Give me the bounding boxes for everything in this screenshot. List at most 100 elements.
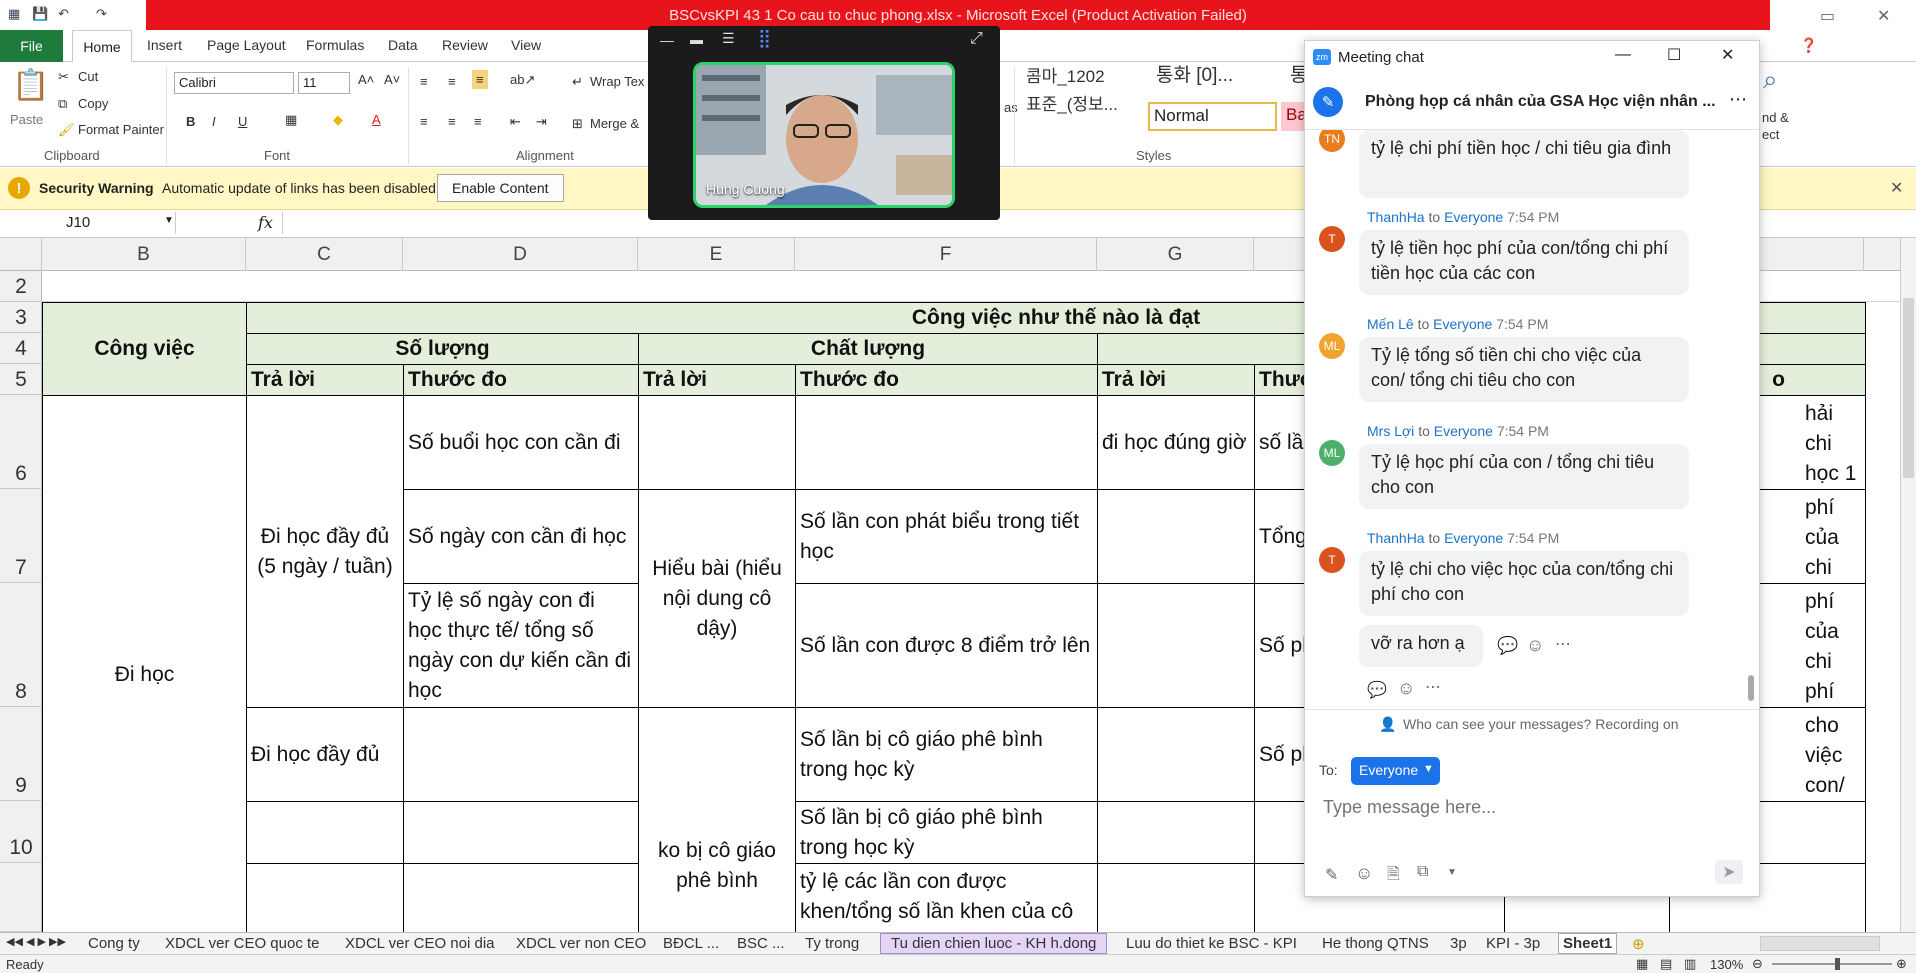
select-label[interactable]: ect [1762, 127, 1779, 142]
chat-message[interactable]: tỷ lệ chi phí tiền học / chi tiêu gia đì… [1359, 130, 1689, 198]
row-header-4[interactable]: 4 [0, 333, 42, 364]
chat-minimize-icon[interactable]: — [1615, 46, 1631, 64]
header-task[interactable]: Công việc [42, 302, 247, 396]
sheet-tab-8[interactable]: Tu dien chien luoc - KH h.dong [880, 933, 1108, 954]
cell-d11[interactable] [403, 863, 639, 932]
fx-label[interactable]: fx [258, 213, 273, 232]
sheet-tab-1[interactable]: Cong ty [88, 935, 140, 952]
row-header-11[interactable] [0, 863, 42, 932]
format-painter-button[interactable]: Format Painter [78, 122, 164, 137]
copy-button[interactable]: Copy [78, 96, 108, 111]
column-header-e[interactable]: E [638, 238, 795, 271]
name-box-dropdown-icon[interactable]: ▼ [164, 215, 174, 226]
copy-icon[interactable]: ⧉ [58, 96, 67, 112]
sender-name[interactable]: Mrs Lợi [1367, 423, 1414, 439]
align-middle-icon[interactable]: ≡ [448, 74, 456, 89]
tab-data[interactable]: Data [388, 37, 418, 53]
reply-icon[interactable]: 💬 [1367, 680, 1387, 700]
view-stack-icon[interactable]: ☰ [722, 30, 735, 47]
decrease-indent-icon[interactable]: ⇤ [510, 114, 521, 130]
align-right-icon[interactable]: ≡ [474, 114, 482, 129]
cut-button[interactable]: Cut [78, 69, 98, 84]
header-answer-quantity[interactable]: Trả lời [246, 364, 404, 396]
vertical-scrollbar[interactable] [1900, 238, 1916, 932]
sheet-tab-7[interactable]: Ty trong [805, 935, 859, 952]
save-icon[interactable]: 💾 [32, 6, 48, 22]
page-break-icon[interactable]: ▥ [1684, 956, 1696, 972]
cell-g9[interactable] [1097, 707, 1255, 802]
sheet-tab-4[interactable]: XDCL ver non CEO [516, 935, 646, 952]
row-header-3[interactable]: 3 [0, 302, 42, 333]
chat-message[interactable]: tỷ lệ tiền học phí của con/tổng chi phí … [1359, 230, 1689, 295]
cell-g10[interactable] [1097, 801, 1255, 864]
header-quantity[interactable]: Số lượng [246, 333, 639, 365]
row-header-10[interactable]: 10 [0, 801, 42, 863]
cell-b6-school[interactable]: Đi học [42, 395, 247, 932]
chat-more-icon[interactable]: ⋯ [1729, 89, 1747, 110]
cell-f7[interactable]: Số lần con phát biểu trong tiết học [795, 489, 1098, 584]
close-icon[interactable]: ✕ [1877, 6, 1890, 26]
tab-home[interactable]: Home [72, 30, 132, 63]
sheet-tab-11[interactable]: 3p [1450, 935, 1467, 952]
tab-insert[interactable]: Insert [147, 37, 182, 53]
cell-d9[interactable] [403, 707, 639, 802]
wrap-text-button[interactable]: Wrap Tex [590, 74, 644, 89]
minimize-icon[interactable]: ▭ [1820, 6, 1835, 26]
sheet-tab-6[interactable]: BSC ... [737, 935, 785, 952]
view-single-icon[interactable]: ▬ [690, 32, 703, 47]
view-gallery-icon[interactable]: ⣿ [758, 28, 771, 49]
header-measure-quantity[interactable]: Thước đo [403, 364, 639, 396]
align-center-icon[interactable]: ≡ [448, 114, 456, 129]
column-header-g[interactable]: G [1097, 238, 1254, 271]
row-header-5[interactable]: 5 [0, 364, 42, 395]
align-left-icon[interactable]: ≡ [420, 114, 428, 129]
select-all-corner[interactable] [0, 238, 42, 271]
sender-name[interactable]: Mến Lê [1367, 316, 1414, 332]
expand-video-icon[interactable]: ⤢ [970, 30, 983, 48]
zoom-slider-thumb[interactable] [1835, 958, 1840, 970]
scroll-thumb[interactable] [1903, 298, 1914, 478]
column-header-f[interactable]: F [795, 238, 1097, 271]
send-icon[interactable]: ➤ [1715, 860, 1743, 884]
cell-f9[interactable]: Số lần bị cô giáo phê bình trong học kỳ [795, 707, 1098, 802]
header-measure-quality[interactable]: Thước đo [795, 364, 1098, 396]
sheet-tab-2[interactable]: XDCL ver CEO quoc te [165, 935, 320, 952]
chat-message[interactable]: vỡ ra hơn ạ [1359, 625, 1483, 667]
sheet-tab-12[interactable]: KPI - 3p [1486, 935, 1540, 952]
cell-g8[interactable] [1097, 583, 1255, 708]
sheet-tab-3[interactable]: XDCL ver CEO noi dia [345, 935, 495, 952]
wrap-text-icon[interactable]: ↵ [572, 74, 583, 90]
cell-e6[interactable] [638, 395, 796, 490]
horizontal-scrollbar[interactable] [1760, 936, 1880, 951]
column-header-c[interactable]: C [246, 238, 403, 271]
underline-icon[interactable]: U [238, 114, 247, 129]
chat-message[interactable]: tỷ lệ chi cho việc học của con/tổng chi … [1359, 551, 1689, 616]
font-size-select[interactable]: 11 [298, 72, 350, 94]
sender-name[interactable]: ThanhHa [1367, 209, 1425, 225]
more-options-chevron-icon[interactable]: ▼ [1447, 867, 1457, 878]
cell-g6[interactable]: đi học đúng giờ [1097, 395, 1255, 490]
chat-message[interactable]: Tỷ lệ tổng số tiền chi cho việc của con/… [1359, 337, 1689, 402]
chat-scrollbar[interactable] [1748, 675, 1754, 701]
style-normal[interactable]: Normal [1148, 102, 1277, 131]
bold-icon[interactable]: B [186, 114, 195, 129]
cell-c10[interactable] [246, 801, 404, 864]
fill-color-icon[interactable]: ◆ [333, 112, 343, 128]
find-select-label[interactable]: nd & [1762, 110, 1789, 125]
sheet-tab-10[interactable]: He thong QTNS [1322, 935, 1429, 952]
name-box[interactable]: J10 [0, 212, 176, 234]
reaction-icon[interactable]: ☺ [1526, 635, 1544, 656]
cell-g7[interactable] [1097, 489, 1255, 584]
tab-review[interactable]: Review [442, 37, 488, 53]
font-color-icon[interactable]: A [372, 112, 381, 127]
file-tab[interactable]: File [0, 30, 63, 62]
reply-icon[interactable]: 💬 [1497, 636, 1518, 656]
header-answer-time[interactable]: Trả lời [1097, 364, 1255, 396]
cell-d8[interactable]: Tỷ lệ số ngày con đi học thực tế/ tổng s… [403, 583, 639, 708]
column-header-d[interactable]: D [403, 238, 638, 271]
cell-f10[interactable]: Số lần bị cô giáo phê bình trong học kỳ [795, 801, 1098, 864]
close-warning-icon[interactable]: ✕ [1890, 178, 1903, 198]
cell-c9[interactable]: Đi học đầy đủ [246, 707, 404, 802]
cell-e7[interactable]: Hiểu bài (hiểu nội dung cô dậy) [638, 489, 796, 708]
file-icon[interactable]: 🗎 [1387, 863, 1400, 890]
